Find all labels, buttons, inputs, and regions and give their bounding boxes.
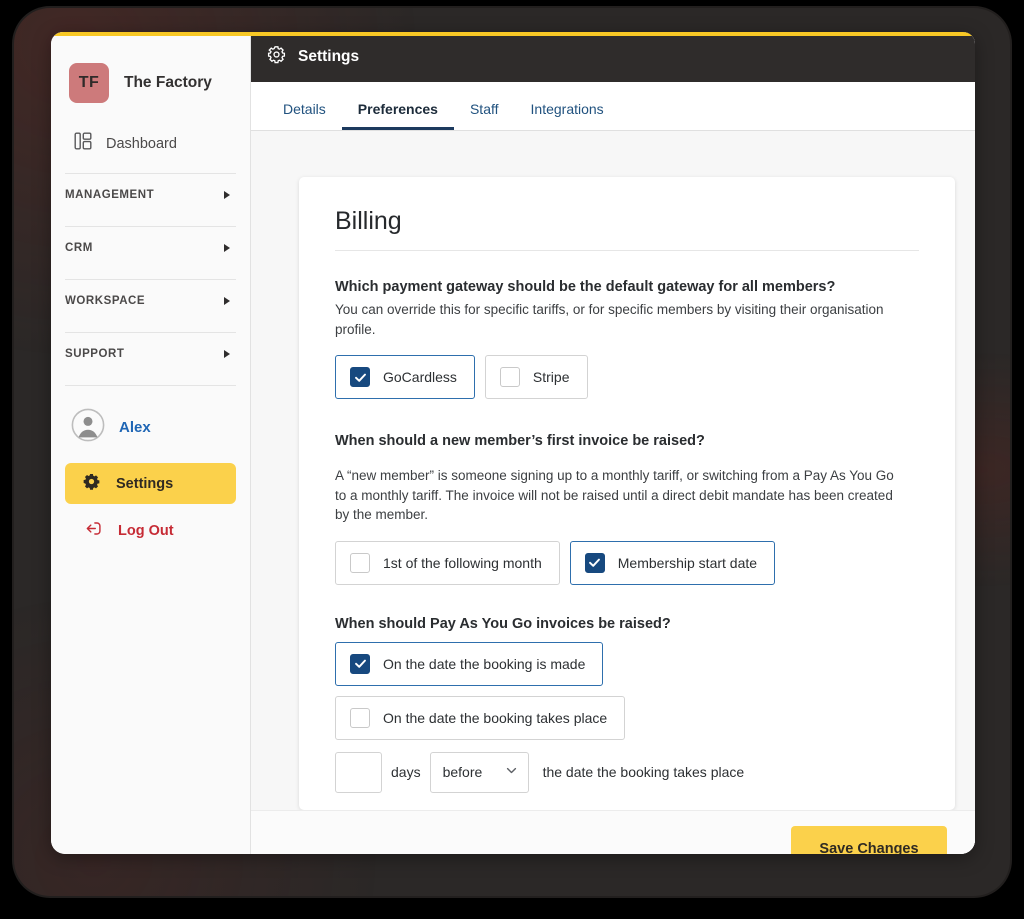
brand-logo: TF [69,62,109,103]
sidebar: TF The Factory Dashboard MANAGEMENT CRM [51,32,251,854]
sidebar-group-workspace-label: WORKSPACE [65,295,146,307]
tab-bar: Details Preferences Staff Integrations [251,82,975,131]
option-stripe[interactable]: Stripe [484,355,588,400]
first-invoice-question: When should a new member’s first invoice… [335,433,705,450]
sidebar-user[interactable]: Alex [51,394,250,447]
sidebar-group-support[interactable]: SUPPORT [51,333,250,375]
option-first-of-following-month-label: 1st of the following month [383,554,542,571]
logout-icon [83,519,102,543]
sidebar-divider [65,385,236,386]
save-changes-button[interactable]: Save Changes [791,826,947,854]
sidebar-item-dashboard-label: Dashboard [106,135,177,152]
first-invoice-options: 1st of the following month Membership st… [335,540,919,585]
days-input[interactable] [335,751,382,793]
option-gocardless[interactable]: GoCardless [335,355,475,400]
checkbox-checked-icon[interactable] [350,653,370,674]
app-window: TF The Factory Dashboard MANAGEMENT CRM [51,32,975,854]
offset-suffix-label: the date the booking takes place [542,764,745,781]
user-avatar-icon [71,408,105,447]
sidebar-group-management[interactable]: MANAGEMENT [51,174,250,216]
checkbox-unchecked-icon[interactable] [350,552,370,573]
billing-card: Billing Which payment gateway should be … [299,177,955,810]
option-booking-takes-place[interactable]: On the date the booking takes place [335,695,626,740]
tab-preferences[interactable]: Preferences [341,101,455,130]
page-topbar: Settings [251,32,975,82]
option-booking-made-label: On the date the booking is made [383,655,586,672]
checkbox-unchecked-icon[interactable] [350,707,370,728]
payg-offset-row: days before the date the booking takes p… [335,751,919,793]
chevron-right-icon [224,350,230,358]
when-select-value: before [442,764,483,781]
sidebar-group-workspace[interactable]: WORKSPACE [51,280,250,322]
sidebar-user-name: Alex [119,419,151,436]
sidebar-item-logout[interactable]: Log Out [65,514,236,548]
chevron-right-icon [224,244,230,252]
chevron-right-icon [224,191,230,199]
gear-icon [83,473,100,495]
footer-bar: Save Changes [251,810,975,854]
sidebar-group-support-label: SUPPORT [65,348,125,360]
brand-header[interactable]: TF The Factory [51,36,250,108]
option-membership-start-date-label: Membership start date [617,554,758,571]
card-title: Billing [335,207,402,235]
brand-name: The Factory [124,73,212,91]
sidebar-item-logout-label: Log Out [118,523,174,539]
gateway-options: GoCardless Stripe [335,355,919,400]
option-booking-made[interactable]: On the date the booking is made [335,641,604,686]
layout-dashboard-icon [74,132,92,155]
first-invoice-help: A “new member” is someone signing up to … [335,468,894,523]
sidebar-item-settings[interactable]: Settings [65,463,236,504]
option-stripe-label: Stripe [532,369,570,386]
chevron-right-icon [224,297,230,305]
sidebar-group-crm-label: CRM [65,242,93,254]
days-label: days [391,764,421,781]
sidebar-item-settings-label: Settings [116,475,174,492]
option-booking-takes-place-label: On the date the booking takes place [383,709,608,726]
sidebar-item-dashboard[interactable]: Dashboard [51,124,250,163]
chevron-down-icon [505,764,518,780]
tab-integrations[interactable]: Integrations [515,101,620,130]
checkbox-unchecked-icon[interactable] [499,367,520,388]
gear-icon [267,45,286,69]
sidebar-group-management-label: MANAGEMENT [65,189,155,201]
page-title: Settings [298,48,360,65]
card-divider [335,250,919,251]
payg-question: When should Pay As You Go invoices be ra… [335,615,671,632]
checkbox-checked-icon[interactable] [584,552,605,573]
option-membership-start-date[interactable]: Membership start date [569,540,776,585]
payg-options: On the date the booking is made On the d… [335,641,919,750]
option-gocardless-label: GoCardless [383,369,457,386]
gateway-help: You can override this for specific tarif… [335,302,884,337]
sidebar-group-crm[interactable]: CRM [51,227,250,269]
content-area: Billing Which payment gateway should be … [251,131,975,854]
main-area: Settings Details Preferences Staff Integ… [251,32,975,854]
gateway-question: Which payment gateway should be the defa… [335,279,836,295]
checkbox-checked-icon[interactable] [350,367,370,388]
window-accent-bar [51,32,975,36]
tab-details[interactable]: Details [267,101,342,130]
when-select[interactable]: before [429,751,529,793]
option-first-of-following-month[interactable]: 1st of the following month [335,540,560,585]
tab-staff[interactable]: Staff [454,101,515,130]
